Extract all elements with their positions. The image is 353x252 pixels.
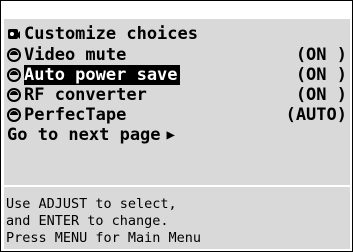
camcorder-icon — [7, 25, 21, 39]
menu-item-auto-power-save[interactable]: Auto power save (ON ) — [7, 65, 347, 85]
help-line: Use ADJUST to select, — [6, 196, 177, 212]
divider — [4, 185, 350, 187]
menu-item-perfectape[interactable]: PerfecTape (AUTO) — [7, 105, 347, 125]
radio-bullet-icon — [7, 87, 21, 102]
radio-bullet-icon — [7, 107, 21, 122]
menu-item-value: (ON ) — [295, 85, 347, 105]
help-text: Use ADJUST to select, and ENTER to chang… — [6, 196, 346, 247]
menu-item-label-selected: Auto power save — [24, 65, 180, 85]
menu-screen: Customize choices Video mute (ON ) Auto … — [0, 0, 353, 252]
menu-title-row: Customize choices — [7, 23, 347, 45]
help-line: Press MENU for Main Menu — [6, 230, 202, 246]
triangle-right-icon: ▶ — [166, 127, 175, 143]
menu-item-label: PerfecTape — [24, 105, 127, 125]
next-page-item[interactable]: Go to next page ▶ — [7, 125, 347, 145]
menu-item-label: Video mute — [24, 45, 127, 65]
menu-title: Customize choices — [24, 24, 198, 44]
menu-item-label: RF converter — [24, 85, 147, 105]
menu-item-value: (ON ) — [295, 45, 347, 65]
menu-item-video-mute[interactable]: Video mute (ON ) — [7, 45, 347, 65]
radio-bullet-icon — [7, 67, 21, 82]
help-line: and ENTER to change. — [6, 213, 169, 229]
menu-item-value: (AUTO) — [285, 105, 347, 125]
radio-bullet-icon — [7, 47, 21, 62]
menu-item-value: (ON ) — [295, 65, 347, 85]
customize-menu: Customize choices Video mute (ON ) Auto … — [7, 23, 347, 145]
menu-item-rf-converter[interactable]: RF converter (ON ) — [7, 85, 347, 105]
next-page-label: Go to next page — [7, 125, 161, 145]
